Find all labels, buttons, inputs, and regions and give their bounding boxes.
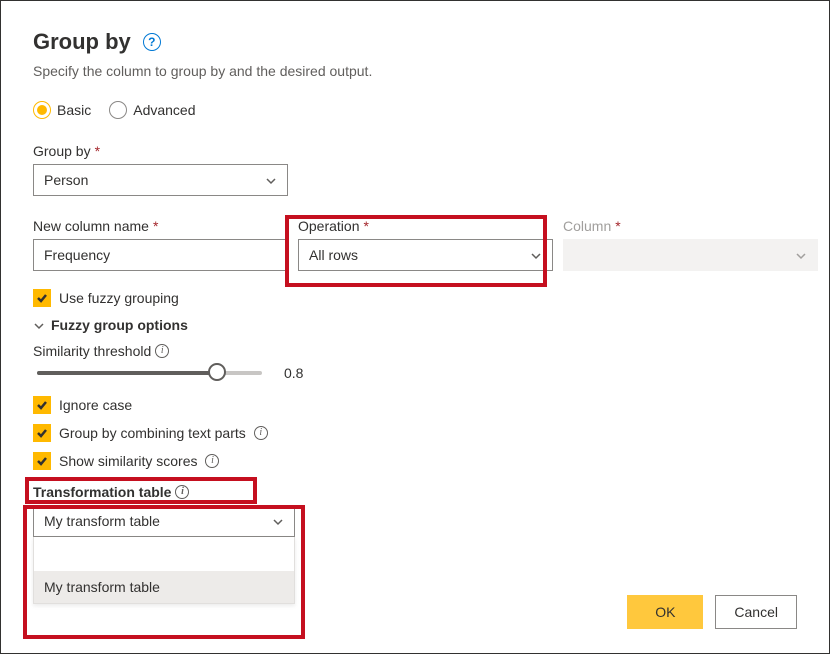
- radio-basic[interactable]: Basic: [33, 101, 91, 119]
- transform-table-value: My transform table: [44, 513, 160, 529]
- info-icon[interactable]: i: [205, 454, 219, 468]
- group-by-value: Person: [44, 172, 88, 188]
- operation-select[interactable]: All rows: [298, 239, 553, 271]
- operation-value: All rows: [309, 247, 358, 263]
- ignore-case-checkbox[interactable]: [33, 396, 51, 414]
- slider-thumb[interactable]: [208, 363, 226, 381]
- show-scores-row[interactable]: Show similarity scores i: [33, 452, 797, 470]
- help-icon[interactable]: ?: [143, 33, 161, 51]
- radio-advanced-label: Advanced: [133, 102, 195, 118]
- transform-dropdown-panel: My transform table: [33, 537, 295, 604]
- chevron-down-icon: [265, 174, 277, 186]
- slider-fill: [37, 371, 217, 375]
- operation-label: Operation*: [298, 218, 553, 234]
- radio-advanced[interactable]: Advanced: [109, 101, 195, 119]
- similarity-slider[interactable]: [37, 364, 262, 382]
- combine-text-row[interactable]: Group by combining text parts i: [33, 424, 797, 442]
- group-by-label: Group by*: [33, 143, 797, 159]
- transform-option-empty[interactable]: [34, 537, 294, 571]
- similarity-value: 0.8: [284, 365, 303, 381]
- ignore-case-label: Ignore case: [59, 397, 132, 413]
- dialog-subtitle: Specify the column to group by and the d…: [33, 63, 797, 79]
- group-by-select[interactable]: Person: [33, 164, 288, 196]
- radio-basic-label: Basic: [57, 102, 91, 118]
- info-icon[interactable]: i: [254, 426, 268, 440]
- show-scores-label: Show similarity scores: [59, 453, 197, 469]
- fuzzy-options-header[interactable]: Fuzzy group options: [33, 317, 797, 333]
- ignore-case-row[interactable]: Ignore case: [33, 396, 797, 414]
- info-icon[interactable]: i: [155, 344, 169, 358]
- radio-basic-input[interactable]: [33, 101, 51, 119]
- combine-text-checkbox[interactable]: [33, 424, 51, 442]
- ok-button[interactable]: OK: [627, 595, 703, 629]
- use-fuzzy-checkbox[interactable]: [33, 289, 51, 307]
- show-scores-checkbox[interactable]: [33, 452, 51, 470]
- chevron-down-icon: [795, 249, 807, 261]
- column-label: Column*: [563, 218, 818, 234]
- chevron-down-icon: [33, 319, 45, 331]
- mode-radio-group: Basic Advanced: [33, 101, 797, 119]
- cancel-button[interactable]: Cancel: [715, 595, 797, 629]
- info-icon[interactable]: i: [175, 485, 189, 499]
- transform-option[interactable]: My transform table: [34, 571, 294, 603]
- use-fuzzy-row[interactable]: Use fuzzy grouping: [33, 289, 797, 307]
- chevron-down-icon: [272, 515, 284, 527]
- use-fuzzy-label: Use fuzzy grouping: [59, 290, 179, 306]
- similarity-label: Similarity threshold i: [33, 343, 797, 359]
- dialog-title: Group by: [33, 29, 131, 55]
- transform-table-label: Transformation table i: [33, 484, 797, 500]
- group-by-dialog: Group by ? Specify the column to group b…: [0, 0, 830, 654]
- new-column-input[interactable]: [33, 239, 288, 271]
- chevron-down-icon: [530, 249, 542, 261]
- column-select: [563, 239, 818, 271]
- transform-table-select[interactable]: My transform table: [33, 505, 295, 537]
- combine-text-label: Group by combining text parts: [59, 425, 246, 441]
- new-column-label: New column name*: [33, 218, 288, 234]
- radio-advanced-input[interactable]: [109, 101, 127, 119]
